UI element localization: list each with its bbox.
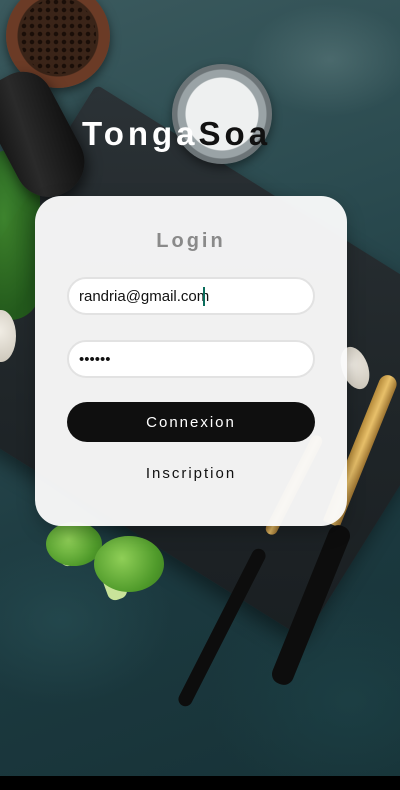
connexion-button[interactable]: Connexion [67,402,315,442]
login-card: Login Connexion Inscription [35,196,347,526]
password-input[interactable] [67,340,315,378]
login-screen: TongaSoa Login Connexion Inscription [0,0,400,790]
app-title-part2: Soa [198,115,272,152]
inscription-link[interactable]: Inscription [35,465,347,482]
app-title: TongaSoa [82,113,271,155]
text-cursor [203,287,205,306]
broccoli-image [94,536,164,592]
email-input[interactable] [67,277,315,315]
login-heading: Login [156,230,226,252]
app-title-part1: Tonga [82,115,199,152]
system-nav-bar [0,776,400,790]
